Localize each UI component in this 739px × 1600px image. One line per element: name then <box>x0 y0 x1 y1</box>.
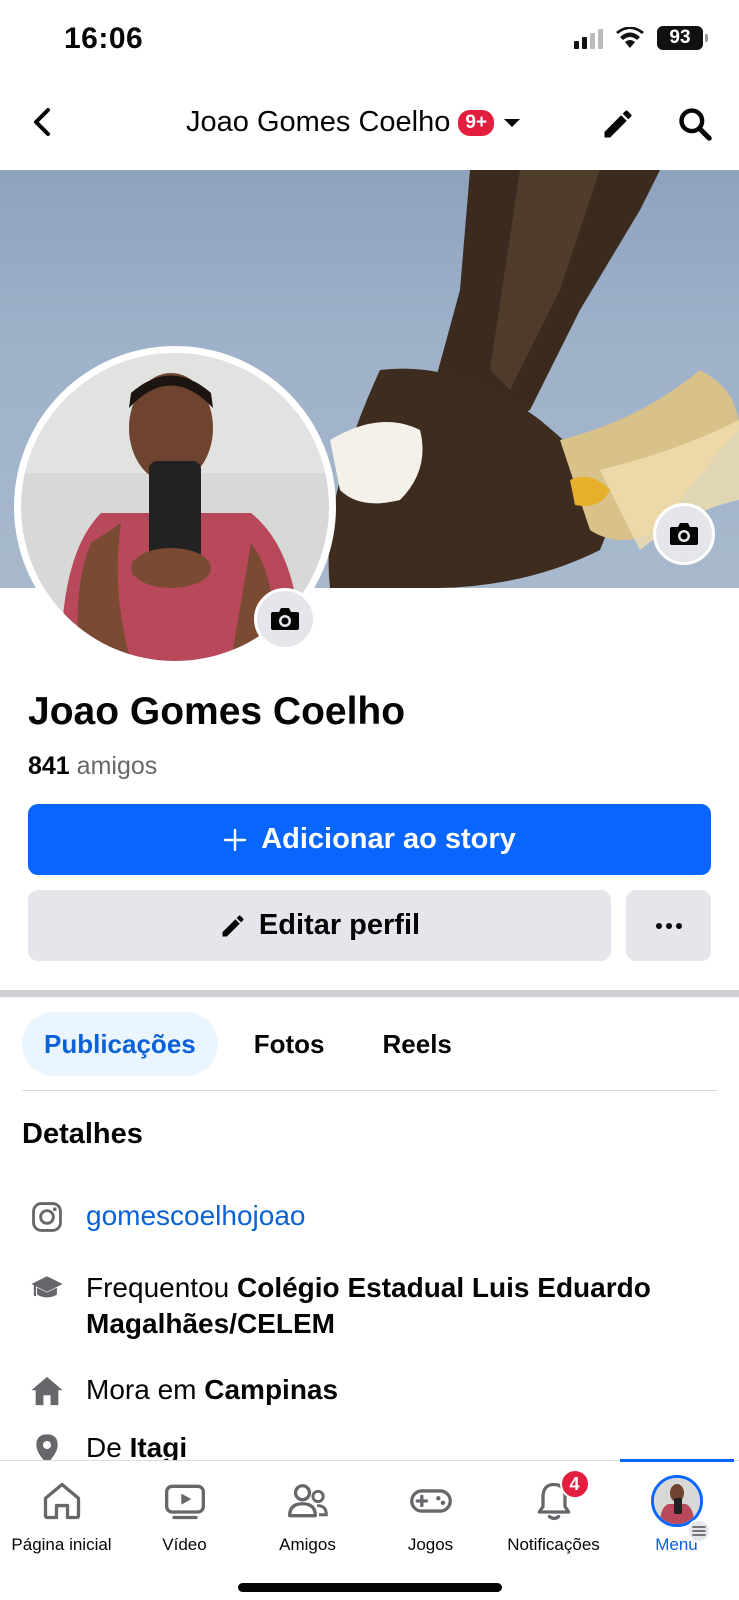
instagram-icon <box>28 1198 66 1236</box>
tab-publicacoes[interactable]: Publicações <box>22 1012 218 1076</box>
camera-icon <box>670 523 698 545</box>
instagram-link[interactable]: gomescoelhojoao <box>86 1198 306 1234</box>
profile-name: Joao Gomes Coelho <box>28 690 406 733</box>
edit-profile-label: Editar perfil <box>258 909 421 941</box>
house-icon <box>28 1372 66 1410</box>
from-prefix: De <box>86 1432 122 1463</box>
graduation-cap-icon <box>28 1270 66 1308</box>
camera-icon <box>271 608 299 630</box>
nav-friends[interactable]: Amigos <box>246 1475 369 1555</box>
nav-notifications-label: Notificações <box>507 1535 600 1554</box>
nav-notifications[interactable]: 4 Notificações <box>492 1469 615 1555</box>
caret-down-icon <box>504 118 521 127</box>
search-icon <box>679 108 712 141</box>
nav-menu[interactable]: Menu <box>615 1475 738 1555</box>
battery-icon: 93 <box>657 26 708 50</box>
from-city[interactable]: Itagi <box>130 1432 188 1463</box>
status-time: 16:06 <box>64 22 144 55</box>
education-text: Frequentou Colégio Estadual Luis Eduardo… <box>86 1270 718 1342</box>
active-tab-indicator <box>620 1459 734 1462</box>
status-bar: 16:06 93 <box>0 0 739 80</box>
search-button[interactable] <box>673 102 717 146</box>
home-indicator <box>238 1583 502 1592</box>
nav-video-label: Vídeo <box>162 1535 207 1554</box>
wifi-icon <box>616 27 644 48</box>
status-icons: 93 <box>574 26 708 50</box>
gamepad-icon <box>405 1475 457 1527</box>
friends-count[interactable]: 841 amigos <box>28 752 157 781</box>
notification-badge: 9+ <box>458 109 495 136</box>
account-switcher[interactable]: Joao Gomes Coelho 9+ <box>186 106 522 139</box>
friends-label: amigos <box>76 752 158 780</box>
lives-in-text: Mora em Campinas <box>86 1372 338 1408</box>
plus-icon <box>223 828 247 851</box>
cellular-signal-icon <box>574 27 603 49</box>
detail-instagram[interactable]: gomescoelhojoao <box>28 1198 718 1236</box>
detail-lives-in: Mora em Campinas <box>28 1372 718 1410</box>
more-options-button[interactable] <box>626 890 711 961</box>
nav-home[interactable]: Página inicial <box>0 1475 123 1555</box>
profile-header: Joao Gomes Coelho 9+ <box>0 88 739 168</box>
tab-fotos[interactable]: Fotos <box>232 1012 347 1076</box>
profile-camera-button[interactable] <box>254 588 316 650</box>
back-button[interactable] <box>22 102 62 142</box>
tabs-divider <box>22 1090 717 1091</box>
lives-prefix: Mora em <box>86 1374 197 1405</box>
details-heading: Detalhes <box>22 1118 143 1150</box>
bell-icon: 4 <box>528 1469 590 1527</box>
detail-education: Frequentou Colégio Estadual Luis Eduardo… <box>28 1270 718 1342</box>
lives-city[interactable]: Campinas <box>204 1374 338 1405</box>
friends-number: 841 <box>28 752 70 780</box>
pencil-icon <box>222 914 244 936</box>
nav-home-label: Página inicial <box>11 1535 112 1554</box>
home-icon <box>36 1475 88 1527</box>
video-icon <box>159 1475 211 1527</box>
add-to-story-button[interactable]: Adicionar ao story <box>28 804 711 875</box>
add-to-story-label: Adicionar ao story <box>261 823 516 855</box>
nav-games-label: Jogos <box>407 1535 454 1554</box>
cover-camera-button[interactable] <box>653 503 715 565</box>
edit-profile-button[interactable]: Editar perfil <box>28 890 611 961</box>
chevron-left-icon <box>34 108 50 136</box>
more-dots-icon <box>655 922 682 929</box>
edit-button[interactable] <box>596 102 640 146</box>
nav-video[interactable]: Vídeo <box>123 1475 246 1555</box>
bottom-navigation: Página inicial Vídeo Amigos Jogos 4 Noti… <box>0 1459 739 1600</box>
nav-games[interactable]: Jogos <box>369 1475 492 1555</box>
pencil-icon <box>604 110 632 138</box>
profile-tabs: Publicações Fotos Reels <box>22 1012 474 1076</box>
hamburger-icon <box>687 1519 711 1543</box>
tab-reels[interactable]: Reels <box>361 1012 474 1076</box>
education-prefix: Frequentou <box>86 1272 230 1303</box>
section-divider <box>0 990 739 997</box>
friends-icon <box>282 1475 334 1527</box>
nav-friends-label: Amigos <box>279 1535 336 1554</box>
header-title: Joao Gomes Coelho <box>186 106 451 138</box>
notifications-badge: 4 <box>559 1469 590 1499</box>
